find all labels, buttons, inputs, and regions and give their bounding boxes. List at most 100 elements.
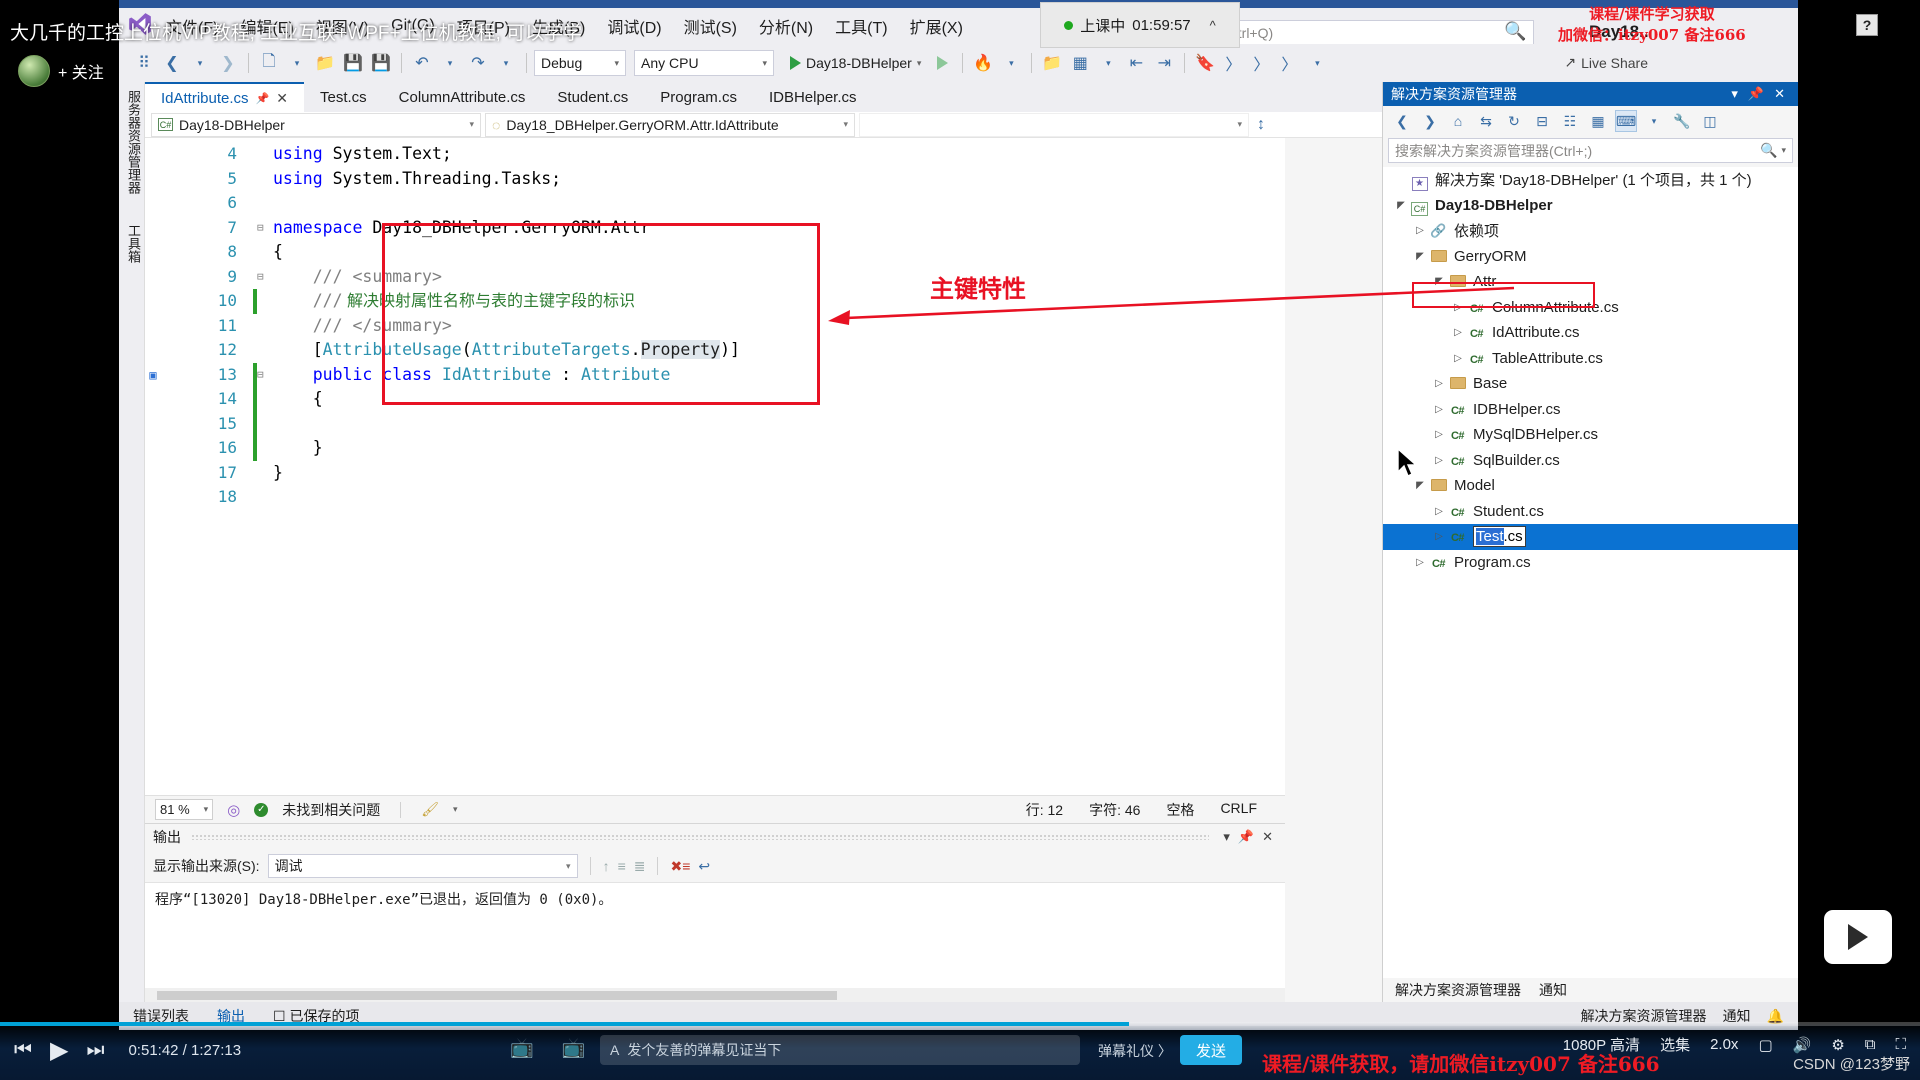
zoom-level-select[interactable]: 81 % ▾ (155, 799, 214, 820)
bookmark-prev-icon[interactable]: 〉 (1220, 50, 1246, 76)
chevron-down-icon[interactable]: ▾ (1726, 86, 1743, 102)
new-project-icon[interactable]: 🗋 (256, 50, 282, 76)
chevron-down-icon[interactable]: ▾ (1777, 145, 1786, 156)
chevron-down-icon[interactable]: ▾ (1643, 110, 1665, 132)
clear-all-icon[interactable]: ≡ (618, 858, 626, 874)
search-icon[interactable]: 🔍 (1760, 142, 1777, 159)
tree-node[interactable]: ◤ GerryORM (1383, 244, 1798, 270)
send-danmu-button[interactable]: 发送 (1180, 1035, 1242, 1065)
wordwrap-icon[interactable]: ↩ (698, 858, 710, 875)
bookmark-glyph-icon[interactable]: ▣ (145, 363, 161, 388)
tree-node[interactable]: ▷ Base (1383, 371, 1798, 397)
menu-item-extensions[interactable]: 扩展(X) (899, 14, 974, 38)
find-message-icon[interactable]: ↑ (603, 858, 610, 874)
platform-select[interactable]: Any CPU ▾ (634, 50, 774, 76)
indentation-indicator[interactable]: 空格 (1166, 800, 1194, 820)
save-icon[interactable]: 💾 (340, 50, 366, 76)
bookmark-dropdown-icon[interactable]: ▾ (1304, 50, 1330, 76)
save-all-icon[interactable]: 💾 (368, 50, 394, 76)
undo-dropdown-icon[interactable]: ▾ (437, 50, 463, 76)
close-icon[interactable]: ✕ (1769, 86, 1790, 102)
menu-item-test[interactable]: 测试(S) (673, 14, 748, 38)
tree-node[interactable]: ▷ C# MySqlDBHelper.cs (1383, 422, 1798, 448)
wrench-icon[interactable]: 🔧 (1671, 110, 1693, 132)
close-icon[interactable]: ✕ (1258, 829, 1277, 845)
expander-collapsed-icon[interactable]: ▷ (1431, 378, 1447, 389)
output-source-select[interactable]: 调试 ▾ (267, 854, 578, 878)
settings-gear-icon[interactable]: ⚙ (1831, 1036, 1844, 1054)
collapse-region-icon[interactable]: ⊟ (257, 216, 267, 241)
folder-search-icon[interactable]: 📁 (1039, 50, 1065, 76)
previous-icon[interactable]: ⏮ (14, 1039, 32, 1062)
expander-collapsed-icon[interactable]: ▷ (1431, 506, 1447, 517)
avatar[interactable] (18, 55, 50, 87)
menu-item-analyze[interactable]: 分析(N) (748, 14, 824, 38)
refresh-icon[interactable]: ↻ (1503, 110, 1525, 132)
split-editor-icon[interactable]: ↕ (1257, 116, 1265, 134)
scrollbar-thumb[interactable] (157, 991, 837, 1000)
menu-item-tools[interactable]: 工具(T) (824, 14, 898, 38)
tree-node[interactable]: ◤ Model (1383, 473, 1798, 499)
output-horizontal-scrollbar[interactable] (145, 988, 1285, 1002)
tree-node[interactable]: ▷ C# SqlBuilder.cs (1383, 448, 1798, 474)
expander-collapsed-icon[interactable]: ▷ (1431, 429, 1447, 440)
navigate-back-icon[interactable]: ❮ (159, 50, 185, 76)
tab-idbhelper-cs[interactable]: IDBHelper.cs (753, 82, 873, 112)
expander-collapsed-icon[interactable]: ▷ (1412, 225, 1428, 236)
class-session-timer[interactable]: 上课中 01:59:57 ^ (1040, 2, 1240, 48)
pin-icon[interactable]: 📌 (256, 92, 270, 105)
collapse-region-icon[interactable]: ⊟ (257, 363, 267, 388)
danmu-on-icon[interactable]: 📺 (510, 1036, 534, 1060)
undo-icon[interactable]: ↶ (409, 50, 435, 76)
navigate-forward-icon[interactable]: ❯ (1419, 110, 1441, 132)
expander-collapsed-icon[interactable]: ▷ (1431, 404, 1447, 415)
next-icon[interactable]: ⏭ (86, 1039, 104, 1062)
pin-icon[interactable]: 📌 (1743, 86, 1769, 102)
pending-changes-icon[interactable]: ⇆ (1475, 110, 1497, 132)
fullscreen-icon[interactable]: ⛶ (1895, 1036, 1906, 1053)
picture-in-picture-icon[interactable]: ⧉ (1865, 1036, 1876, 1053)
follow-button[interactable]: + 关注 (58, 59, 104, 83)
pin-icon[interactable]: 📌 (1234, 829, 1258, 845)
tree-node[interactable]: ▷ C# IDBHelper.cs (1383, 397, 1798, 423)
clear-pane-icon[interactable]: ✖≡ (670, 858, 690, 875)
bookmark-next-icon[interactable]: 〉 (1248, 50, 1274, 76)
tab-idattribute-cs[interactable]: IdAttribute.cs 📌 ✕ (145, 82, 304, 112)
live-share-button[interactable]: ↗ Live Share (1564, 54, 1648, 71)
danmu-etiquette-link[interactable]: 弹幕礼仪 〉 (1098, 1041, 1172, 1061)
tab-student-cs[interactable]: Student.cs (541, 82, 644, 112)
new-project-dropdown-icon[interactable]: ▾ (284, 50, 310, 76)
vertical-tab-toolbox[interactable]: 工具箱 (119, 216, 148, 271)
hot-reload-dropdown-icon[interactable]: ▾ (998, 50, 1024, 76)
search-icon[interactable]: 🔍 (1504, 21, 1526, 42)
back-dropdown-icon[interactable]: ▾ (187, 50, 213, 76)
volume-icon[interactable]: 🔊 (1793, 1036, 1812, 1054)
redo-dropdown-icon[interactable]: ▾ (493, 50, 519, 76)
rename-input[interactable]: Test.cs (1473, 526, 1526, 548)
bottom-tab-solution-explorer[interactable]: 解决方案资源管理器 (1395, 980, 1521, 1000)
expander-collapsed-icon[interactable]: ▷ (1412, 557, 1428, 568)
chevron-up-icon[interactable]: ^ (1210, 18, 1216, 33)
chevron-down-icon[interactable]: ▾ (917, 58, 922, 69)
open-file-icon[interactable]: 📁 (312, 50, 338, 76)
tree-node[interactable]: ▷ C# Program.cs (1383, 550, 1798, 576)
chevron-down-icon[interactable]: ▾ (453, 804, 458, 815)
navigate-back-icon[interactable]: ❮ (1391, 110, 1413, 132)
layout-dropdown-icon[interactable]: ▾ (1095, 50, 1121, 76)
navigate-forward-icon[interactable]: ❯ (215, 50, 241, 76)
hot-reload-icon[interactable]: 🔥 (970, 50, 996, 76)
home-icon[interactable]: ⌂ (1447, 110, 1469, 132)
expander-expanded-icon[interactable]: ◤ (1393, 200, 1409, 211)
properties-icon[interactable]: ▦ (1587, 110, 1609, 132)
layout-icon[interactable]: ▦ (1067, 50, 1093, 76)
bilibili-app-icon[interactable] (1824, 910, 1892, 964)
tree-node[interactable]: ▷ C# Student.cs (1383, 499, 1798, 525)
line-ending-indicator[interactable]: CRLF (1220, 800, 1257, 820)
project-navigation-select[interactable]: C# Day18-DBHelper ▾ (151, 112, 481, 137)
chevron-down-icon[interactable]: ▾ (1219, 829, 1234, 845)
redo-icon[interactable]: ↷ (465, 50, 491, 76)
bottom-tab-notifications[interactable]: 通知 (1539, 980, 1567, 1000)
member-detail-select[interactable]: ▾ (859, 112, 1249, 137)
code-editor[interactable]: 4 using System.Text; 5 using System.Threadi… (145, 138, 1285, 795)
expander-expanded-icon[interactable]: ◤ (1412, 251, 1428, 262)
